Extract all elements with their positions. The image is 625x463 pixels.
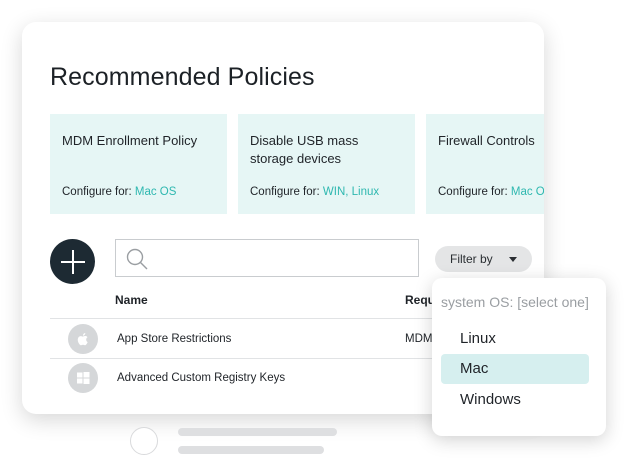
policy-card-firewall-controls[interactable]: Firewall Controls Configure for: Mac OS,…: [426, 114, 544, 214]
os-filter-dropdown: system OS: [select one] Linux Mac Window…: [432, 278, 606, 436]
filter-label: Filter by: [450, 252, 493, 266]
stage: Recommended Policies MDM Enrollment Poli…: [0, 0, 625, 463]
configure-os[interactable]: WIN, Linux: [323, 186, 379, 198]
policy-name: Firewall Controls: [438, 133, 535, 148]
configure-label: Configure for:: [62, 186, 132, 198]
policy-card-mdm-enrollment[interactable]: MDM Enrollment Policy Configure for: Mac…: [50, 114, 227, 214]
dropdown-heading: system OS: [select one]: [441, 294, 589, 310]
search-icon: [126, 248, 148, 270]
apple-icon: [68, 324, 98, 354]
policy-configure: Configure for: Mac OS, WIN: [438, 186, 544, 198]
policy-configure: Configure for: WIN, Linux: [250, 186, 379, 198]
row-name: App Store Restrictions: [117, 333, 232, 345]
policy-configure: Configure for: Mac OS: [62, 186, 176, 198]
policy-name: MDM Enrollment Policy: [62, 133, 198, 148]
configure-os[interactable]: Mac OS: [135, 186, 177, 198]
placeholder-bar: [178, 446, 324, 454]
policy-card-disable-usb[interactable]: Disable USB mass storage devices Configu…: [238, 114, 415, 214]
placeholder-bar: [178, 428, 337, 436]
windows-icon: [68, 363, 98, 393]
add-policy-button[interactable]: [50, 239, 95, 284]
configure-label: Configure for:: [250, 186, 320, 198]
column-header-name[interactable]: Name: [115, 293, 148, 307]
row-name: Advanced Custom Registry Keys: [117, 372, 286, 384]
option-label: Mac: [460, 360, 489, 377]
policy-name: Disable USB mass storage devices: [250, 133, 359, 166]
filter-by-button[interactable]: Filter by: [435, 246, 532, 272]
search-input[interactable]: [115, 239, 419, 277]
configure-os[interactable]: Mac OS, WIN: [511, 186, 544, 198]
dropdown-option-windows[interactable]: Windows: [441, 385, 589, 415]
configure-label: Configure for:: [438, 186, 508, 198]
dropdown-option-mac[interactable]: Mac: [441, 354, 589, 384]
caret-down-icon: [509, 257, 517, 262]
page-title: Recommended Policies: [50, 63, 315, 91]
dropdown-option-linux[interactable]: Linux: [441, 324, 589, 354]
column-header-requirement[interactable]: Requ: [405, 293, 435, 307]
row-requirement: MDM: [405, 333, 433, 345]
option-label: Windows: [460, 391, 521, 408]
placeholder-circle: [130, 427, 158, 455]
option-label: Linux: [460, 330, 496, 347]
